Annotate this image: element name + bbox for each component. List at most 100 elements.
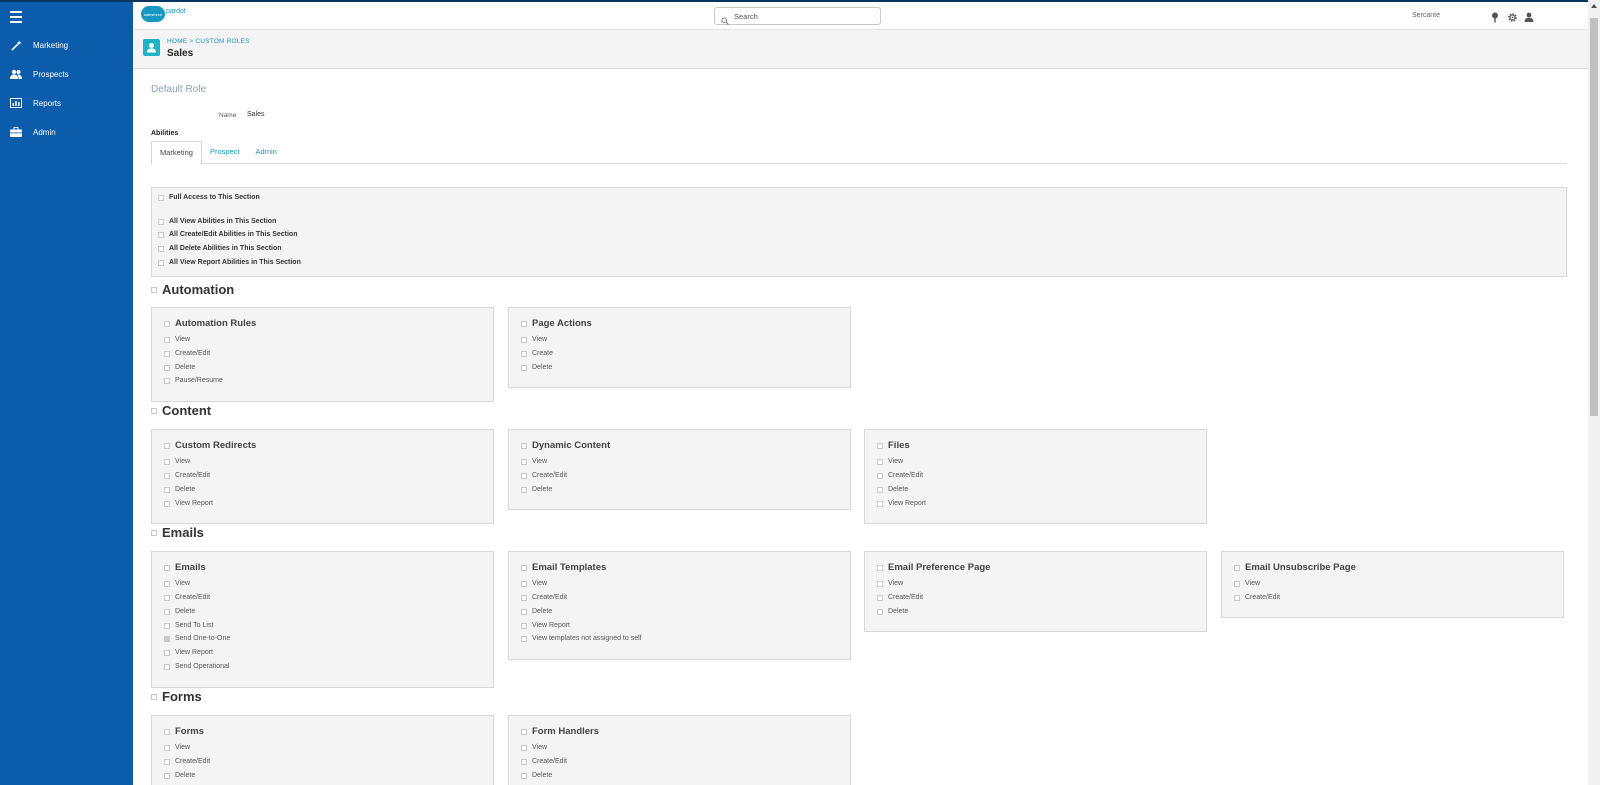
card-title: Email Preference Page	[877, 562, 990, 573]
all-delete-checkbox[interactable]	[158, 245, 164, 252]
all-view-checkbox[interactable]	[158, 218, 164, 225]
option-checkbox[interactable]	[521, 580, 527, 587]
option-row: Delete	[521, 486, 552, 493]
sidebar-item-marketing[interactable]: Marketing	[0, 31, 133, 59]
option-checkbox[interactable]	[164, 350, 170, 357]
breadcrumb-home[interactable]: HOME	[167, 38, 187, 45]
breadcrumb-custom-roles[interactable]: CUSTOM ROLES	[195, 38, 249, 45]
option-checkbox[interactable]	[164, 336, 170, 343]
card-checkbox[interactable]	[164, 442, 170, 449]
card-title-text: Dynamic Content	[532, 440, 611, 451]
card-checkbox[interactable]	[521, 320, 527, 327]
scrollbar-thumb[interactable]	[1590, 18, 1598, 416]
option-label: Delete	[888, 608, 909, 615]
search-box[interactable]	[714, 7, 881, 25]
option-checkbox[interactable]	[164, 472, 170, 479]
option-checkbox[interactable]	[877, 500, 883, 507]
card-checkbox[interactable]	[877, 442, 883, 449]
sidebar: Marketing Prospects Reports Admin	[0, 0, 133, 785]
card-title: Forms	[164, 726, 204, 737]
card-checkbox[interactable]	[164, 564, 170, 571]
option-checkbox[interactable]	[877, 486, 883, 493]
sidebar-item-admin[interactable]: Admin	[0, 118, 133, 146]
section-checkbox[interactable]	[151, 407, 157, 414]
option-checkbox[interactable]	[521, 486, 527, 493]
option-checkbox[interactable]	[1234, 580, 1240, 587]
card-checkbox[interactable]	[1234, 564, 1240, 571]
hamburger-menu-icon[interactable]	[10, 11, 22, 23]
tab-admin[interactable]: Admin	[248, 141, 285, 164]
sidebar-item-reports[interactable]: Reports	[0, 89, 133, 117]
pardot-wordmark: pardot	[166, 7, 186, 15]
option-checkbox[interactable]	[521, 622, 527, 629]
sidebar-item-prospects[interactable]: Prospects	[0, 60, 133, 88]
help-pin-icon[interactable]	[1489, 11, 1501, 23]
card-checkbox[interactable]	[164, 320, 170, 327]
option-checkbox[interactable]	[877, 594, 883, 601]
section-checkbox[interactable]	[151, 693, 157, 700]
user-name[interactable]: Sercante	[1412, 12, 1440, 19]
option-label: Create/Edit	[532, 758, 568, 765]
card-checkbox[interactable]	[521, 442, 527, 449]
option-checkbox[interactable]	[521, 758, 527, 765]
card-checkbox[interactable]	[877, 564, 883, 571]
option-checkbox[interactable]	[521, 608, 527, 615]
option-label: Create	[532, 350, 554, 357]
option-checkbox[interactable]	[164, 744, 170, 751]
option-checkbox[interactable]	[521, 772, 527, 779]
full-access-checkbox[interactable]	[158, 194, 164, 201]
option-checkbox[interactable]	[164, 486, 170, 493]
option-checkbox[interactable]	[521, 594, 527, 601]
card-custom-redirects: Custom Redirects View Create/Edit Delete…	[151, 429, 494, 524]
option-checkbox[interactable]	[521, 744, 527, 751]
sidebar-item-label: Admin	[33, 127, 56, 137]
gear-icon[interactable]	[1506, 11, 1518, 23]
option-checkbox[interactable]	[164, 500, 170, 507]
all-report-checkbox[interactable]	[158, 259, 164, 266]
option-checkbox[interactable]	[877, 458, 883, 465]
option-checkbox[interactable]	[164, 758, 170, 765]
option-checkbox[interactable]	[164, 594, 170, 601]
vertical-scrollbar[interactable]	[1588, 0, 1600, 785]
option-checkbox[interactable]	[877, 580, 883, 587]
option-checkbox[interactable]	[164, 608, 170, 615]
option-checkbox[interactable]	[521, 350, 527, 357]
option-checkbox[interactable]	[164, 649, 170, 656]
option-checkbox[interactable]	[164, 458, 170, 465]
option-checkbox[interactable]	[521, 458, 527, 465]
card-automation-rules: Automation Rules View Create/Edit Delete…	[151, 307, 494, 402]
card-forms: Forms View Create/Edit Delete	[151, 715, 494, 785]
option-checkbox[interactable]	[1234, 594, 1240, 601]
option-checkbox[interactable]	[877, 608, 883, 615]
all-create-checkbox[interactable]	[158, 231, 164, 238]
option-checkbox[interactable]	[521, 364, 527, 371]
option-checkbox[interactable]	[164, 772, 170, 779]
card-checkbox[interactable]	[521, 564, 527, 571]
card-checkbox[interactable]	[164, 728, 170, 735]
option-checkbox[interactable]	[521, 635, 527, 642]
option-checkbox[interactable]	[521, 472, 527, 479]
search-input[interactable]	[734, 11, 874, 21]
option-checkbox[interactable]	[164, 663, 170, 670]
option-checkbox-checked[interactable]	[164, 635, 170, 642]
option-checkbox[interactable]	[164, 377, 170, 384]
scroll-up-arrow-icon[interactable]	[1591, 4, 1597, 8]
pardot-logo[interactable]: salesforce pardot	[141, 6, 186, 22]
section-checkbox[interactable]	[151, 286, 157, 293]
option-checkbox[interactable]	[164, 364, 170, 371]
option-label: Send One-to-One	[175, 635, 231, 642]
option-label: Create/Edit	[532, 472, 568, 479]
section-forms: Forms	[151, 689, 202, 704]
card-files: Files View Create/Edit Delete View Repor…	[864, 429, 1207, 524]
section-checkbox[interactable]	[151, 529, 157, 536]
tab-marketing[interactable]: Marketing	[151, 141, 202, 165]
tab-prospect[interactable]: Prospect	[202, 141, 248, 164]
option-checkbox[interactable]	[521, 336, 527, 343]
option-checkbox[interactable]	[164, 622, 170, 629]
option-checkbox[interactable]	[877, 472, 883, 479]
option-checkbox[interactable]	[164, 580, 170, 587]
card-checkbox[interactable]	[521, 728, 527, 735]
card-title: Automation Rules	[164, 318, 256, 329]
card-title-text: Emails	[175, 562, 206, 573]
user-profile-icon[interactable]	[1523, 11, 1535, 23]
